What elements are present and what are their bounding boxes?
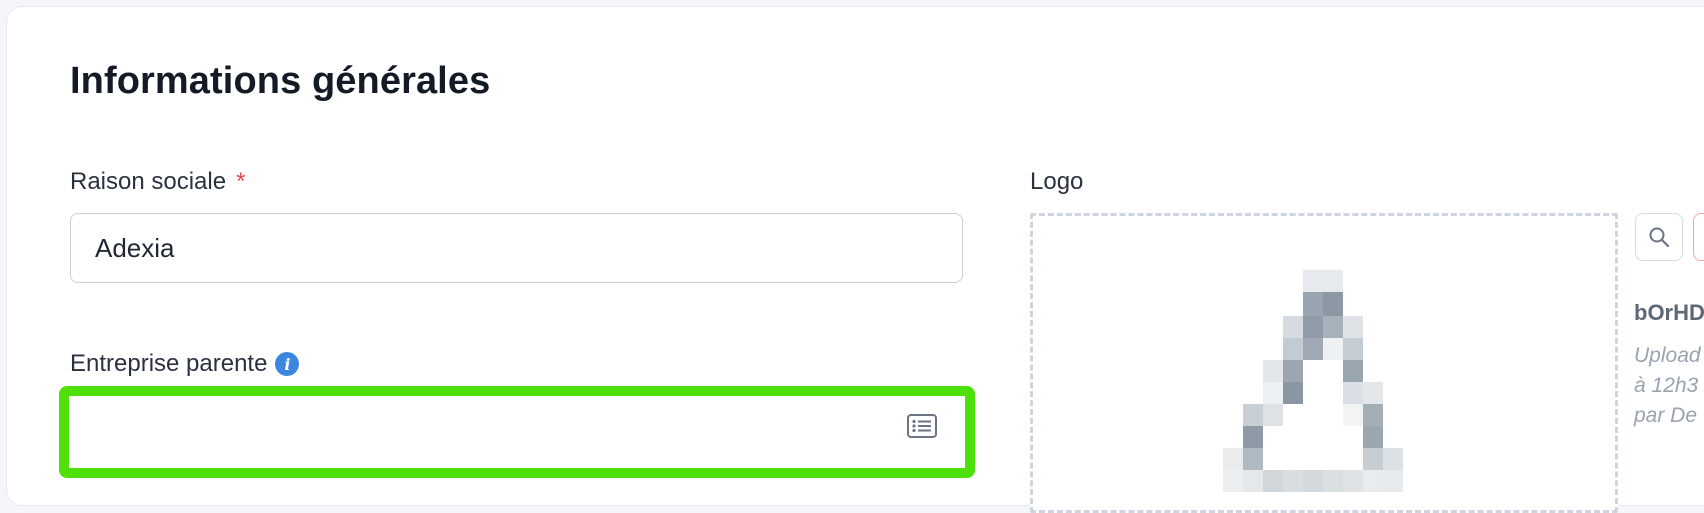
entreprise-parente-label: Entreprise parente i — [70, 350, 300, 378]
logo-label: Logo — [1030, 168, 1084, 195]
preview-logo-button[interactable] — [1635, 213, 1683, 261]
logo-file-name: bOrHD — [1634, 300, 1704, 325]
raison-sociale-label-text: Raison sociale — [70, 168, 227, 195]
logo-upload-date: Upload — [1634, 344, 1701, 367]
logo-dropzone[interactable] — [1030, 213, 1618, 513]
entreprise-parente-input[interactable] — [75, 402, 959, 460]
raison-sociale-input[interactable] — [70, 213, 963, 283]
logo-preview-image — [1223, 270, 1403, 492]
entreprise-parente-picker[interactable] — [59, 386, 975, 478]
entreprise-parente-label-text: Entreprise parente — [70, 350, 268, 377]
required-star: * — [236, 168, 246, 195]
raison-sociale-label: Raison sociale * — [70, 168, 245, 196]
list-icon[interactable] — [907, 414, 937, 438]
logo-upload-time: à 12h3 — [1634, 374, 1699, 397]
delete-logo-button[interactable] — [1693, 213, 1704, 261]
logo-uploaded-by: par De — [1634, 404, 1698, 427]
search-icon — [1649, 227, 1670, 248]
section-title: Informations générales — [70, 60, 491, 102]
info-icon[interactable]: i — [275, 352, 300, 376]
